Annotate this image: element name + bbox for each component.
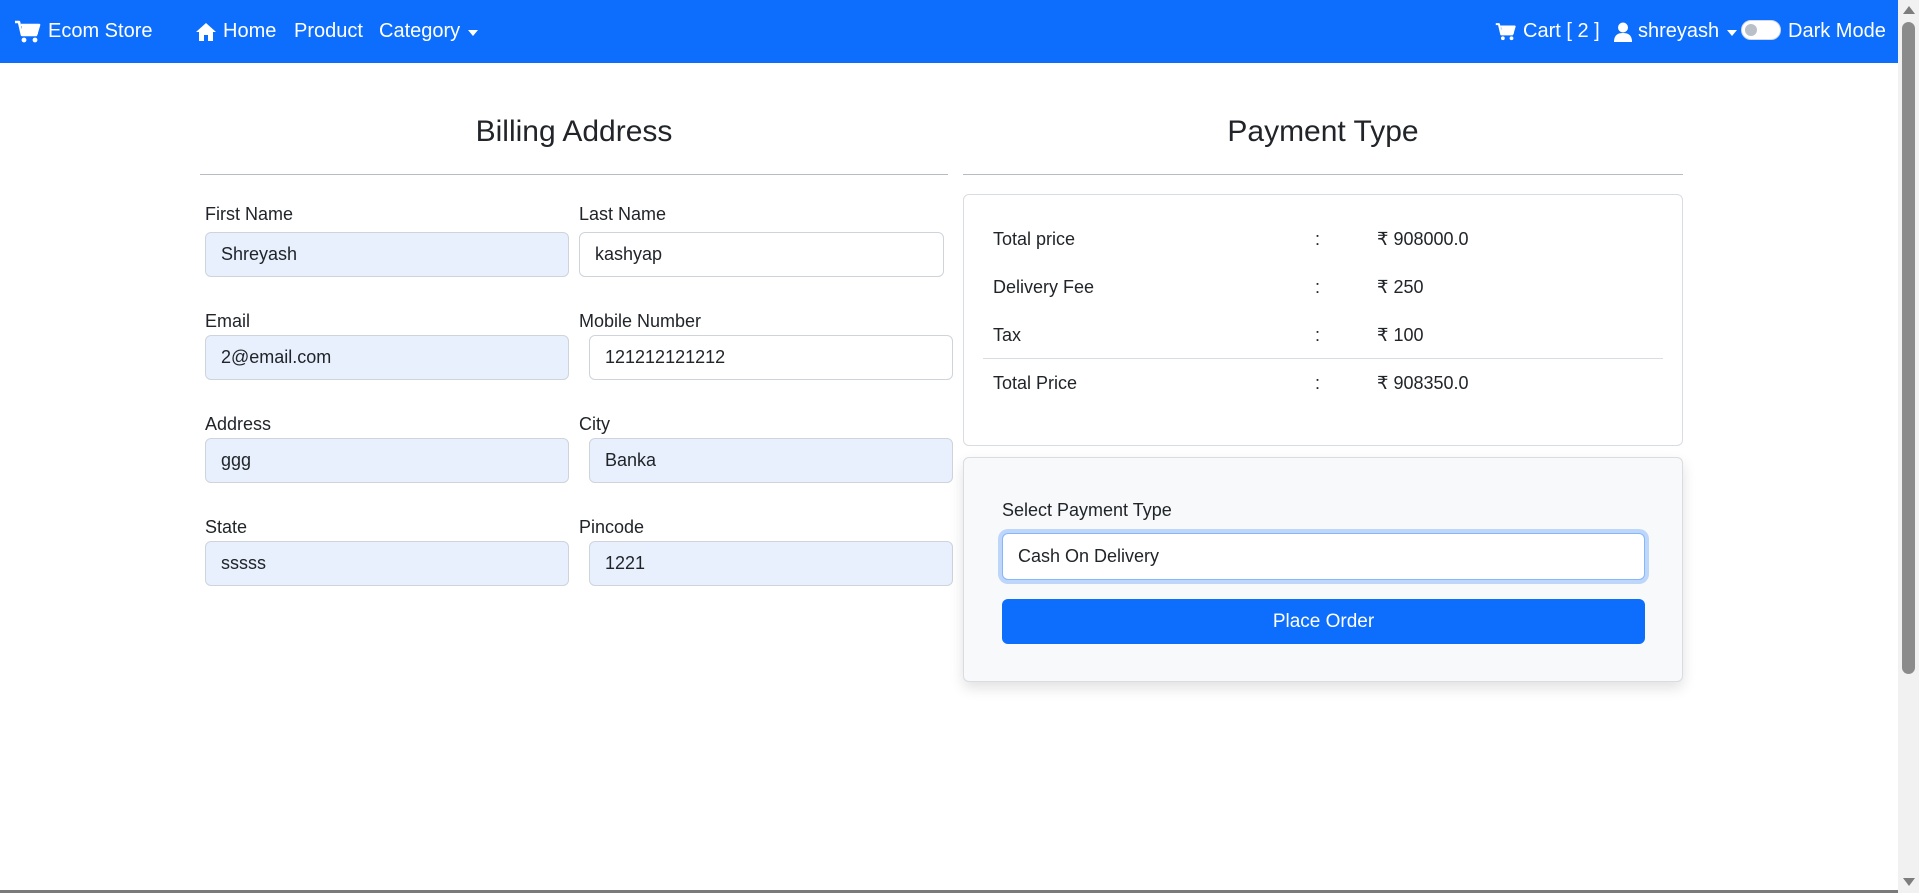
address-field[interactable]: ggg — [205, 438, 569, 483]
summary-total-value: ₹ 908350.0 — [1377, 373, 1469, 393]
nav-home-link[interactable]: Home — [195, 0, 276, 63]
billing-heading: Billing Address — [475, 115, 673, 148]
last-name-label: Last Name — [579, 204, 667, 224]
summary-separator: : — [1315, 325, 1321, 345]
brand-link[interactable]: Ecom Store — [14, 0, 152, 63]
summary-divider — [983, 358, 1663, 359]
summary-value: ₹ 250 — [1377, 277, 1424, 297]
summary-label: Delivery Fee — [993, 277, 1095, 297]
place-order-button[interactable]: Place Order — [1002, 599, 1645, 644]
nav-cart-link[interactable]: Cart [ 2 ] — [1495, 0, 1600, 63]
state-field[interactable]: sssss — [205, 541, 569, 586]
pincode-field[interactable]: 1221 — [589, 541, 953, 586]
chevron-down-icon — [468, 29, 479, 36]
cart-icon — [15, 20, 41, 42]
nav-user-dropdown[interactable]: shreyash — [1614, 0, 1738, 63]
toggle-knob — [1745, 24, 1757, 36]
nav-product-label: Product — [294, 20, 363, 42]
nav-product-link[interactable]: Product — [294, 0, 363, 63]
email-label: Email — [205, 311, 251, 331]
nav-category-dropdown[interactable]: Category — [379, 0, 479, 63]
summary-total-label: Total Price — [993, 373, 1078, 393]
brand-name: Ecom Store — [48, 20, 153, 42]
summary-separator: : — [1315, 229, 1321, 249]
cart-icon — [1495, 22, 1516, 40]
payment-divider — [963, 174, 1683, 175]
mobile-label: Mobile Number — [579, 311, 702, 331]
payment-type-select[interactable]: Cash On Delivery — [1002, 533, 1645, 580]
mobile-field[interactable]: 121212121212 — [589, 335, 953, 380]
address-label: Address — [205, 414, 272, 434]
pincode-label: Pincode — [579, 517, 645, 537]
summary-label: Tax — [993, 325, 1022, 345]
home-icon — [196, 22, 216, 41]
nav-category-label: Category — [379, 20, 461, 42]
email-field[interactable]: 2@email.com — [205, 335, 569, 380]
first-name-label: First Name — [205, 204, 294, 224]
city-field[interactable]: Banka — [589, 438, 953, 483]
payment-type-label: Select Payment Type — [1002, 500, 1172, 520]
city-label: City — [579, 414, 610, 434]
chevron-down-icon — [1727, 29, 1738, 36]
summary-separator: : — [1315, 373, 1321, 393]
nav-home-label: Home — [223, 20, 277, 42]
summary-separator: : — [1315, 277, 1321, 297]
top-navbar: Ecom Store Home Product Category Cart [ … — [0, 0, 1898, 63]
summary-value: ₹ 100 — [1377, 325, 1424, 345]
last-name-field[interactable]: kashyap — [579, 232, 944, 277]
billing-divider — [200, 174, 948, 175]
payment-heading: Payment Type — [1227, 115, 1419, 148]
dark-mode-label: Dark Mode — [1788, 20, 1886, 42]
state-label: State — [205, 517, 248, 537]
nav-cart-label: Cart [ 2 ] — [1523, 20, 1600, 42]
scroll-thumb[interactable] — [1902, 22, 1915, 674]
scroll-up-icon[interactable] — [1903, 6, 1915, 14]
summary-label: Total price — [993, 229, 1076, 249]
dark-mode-toggle[interactable] — [1741, 20, 1781, 40]
page-scrollbar[interactable] — [1898, 0, 1919, 893]
user-icon — [1614, 22, 1632, 42]
summary-value: ₹ 908000.0 — [1377, 229, 1469, 249]
nav-user-label: shreyash — [1638, 20, 1720, 42]
scroll-down-icon[interactable] — [1903, 878, 1915, 886]
first-name-field[interactable]: Shreyash — [205, 232, 569, 277]
